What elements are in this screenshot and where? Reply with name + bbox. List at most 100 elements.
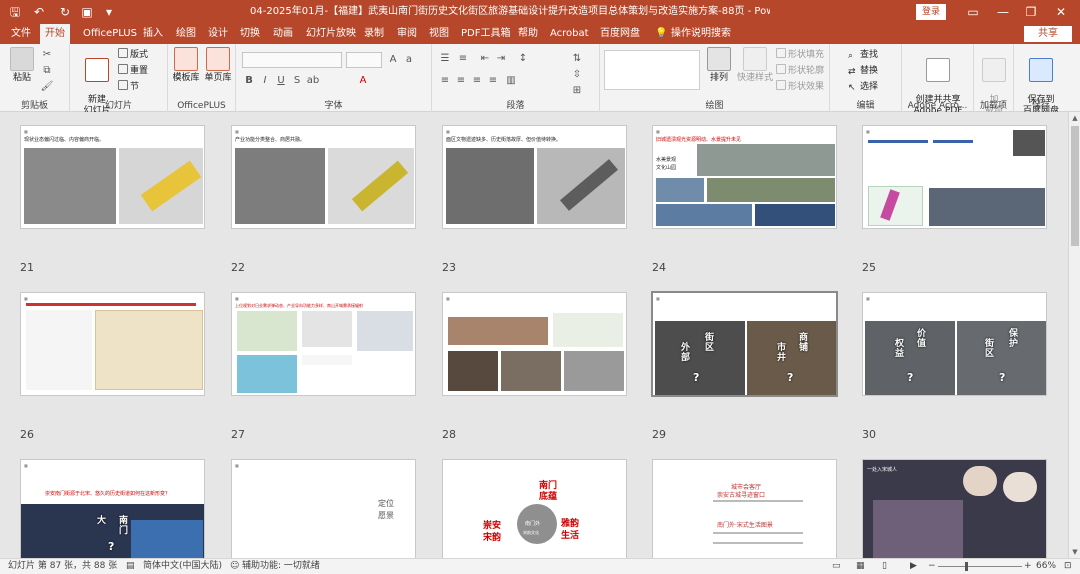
underline-icon[interactable]: U bbox=[274, 74, 288, 88]
maximize-button[interactable]: ❐ bbox=[1018, 0, 1044, 24]
slide-thumbnail-26[interactable]: ■ bbox=[20, 292, 205, 396]
smartart-icon[interactable]: ⊞ bbox=[570, 84, 584, 98]
scroll-up-icon[interactable]: ▲ bbox=[1069, 112, 1080, 124]
format-painter-icon[interactable]: 🖌 bbox=[40, 80, 54, 94]
slide-thumbnail-29[interactable]: ■ 外部 街区 市井 商铺 ? ? bbox=[651, 291, 838, 397]
slide-thumbnail-35[interactable]: 一处入宋城人 bbox=[862, 459, 1047, 558]
tab-insert[interactable]: 插入 bbox=[138, 24, 168, 44]
tab-home[interactable]: 开始 bbox=[40, 24, 70, 44]
tell-me-search[interactable]: 操作说明搜索 bbox=[666, 24, 736, 44]
slide-thumbnail-33[interactable]: 南门外 宋韵文化 南门 底蕴 崇安 宋韵 雅韵 生活 bbox=[442, 459, 627, 558]
slide-sorter-icon[interactable]: ▦ bbox=[856, 559, 865, 574]
bold-icon[interactable]: B bbox=[242, 74, 256, 88]
cut-icon[interactable]: ✂ bbox=[40, 48, 54, 62]
shrink-font-icon[interactable]: a bbox=[402, 53, 416, 67]
minimize-button[interactable]: — bbox=[990, 0, 1016, 24]
paste-button[interactable]: 粘贴 bbox=[2, 47, 42, 84]
align-text-icon[interactable]: ⇳ bbox=[570, 68, 584, 82]
tab-slideshow[interactable]: 幻灯片放映 bbox=[301, 24, 361, 44]
scrollbar-thumb[interactable] bbox=[1071, 126, 1079, 246]
grow-font-icon[interactable]: A bbox=[386, 53, 400, 67]
slide-thumbnail-32[interactable]: ■ 定位 愿景 bbox=[231, 459, 416, 558]
arrange-button[interactable]: 排列 bbox=[702, 47, 736, 84]
tab-view[interactable]: 视图 bbox=[424, 24, 454, 44]
font-color-icon[interactable]: A bbox=[356, 74, 370, 88]
tab-animations[interactable]: 动画 bbox=[268, 24, 298, 44]
save-icon[interactable]: 🖫 bbox=[6, 4, 24, 20]
font-size-combo[interactable] bbox=[346, 52, 382, 68]
accessibility-icon[interactable]: ☺ bbox=[230, 559, 239, 574]
align-center-icon[interactable]: ≡ bbox=[454, 74, 468, 88]
copy-icon[interactable]: ⧉ bbox=[40, 64, 54, 78]
zoom-slider[interactable] bbox=[938, 566, 1022, 567]
slide-thumbnail-31[interactable]: ■ 崇安南门街源于北宋、悠久的历史街道如何在这新形变？ 大 南门 ? bbox=[20, 459, 205, 558]
tab-review[interactable]: 审阅 bbox=[392, 24, 422, 44]
accessibility-status[interactable]: 辅助功能: 一切就绪 bbox=[242, 559, 320, 574]
tab-record[interactable]: 录制 bbox=[359, 24, 389, 44]
reading-view-icon[interactable]: ▯ bbox=[882, 559, 887, 574]
template-library-button[interactable]: 模板库 bbox=[170, 47, 202, 84]
text-direction-icon[interactable]: ⇅ bbox=[570, 52, 584, 66]
scroll-down-icon[interactable]: ▼ bbox=[1069, 546, 1080, 558]
find-button[interactable]: ⌕ 查找 bbox=[848, 48, 878, 62]
slide-thumbnail-23[interactable]: ■ 面区文物遗迹缺多、历史街落故厚、但价值待转换。 bbox=[442, 125, 627, 229]
slide-thumbnail-24[interactable]: ■ 旧城遗溃观光资源明动、水景提升未见 水美景观 文化山园 bbox=[652, 125, 837, 229]
share-button[interactable]: 共享 bbox=[1024, 26, 1072, 42]
proofing-icon[interactable]: ▤ bbox=[126, 559, 135, 574]
select-button[interactable]: ↖ 选择 bbox=[848, 80, 878, 94]
zoom-level[interactable]: 66% bbox=[1036, 559, 1056, 574]
tab-acrobat[interactable]: Acrobat bbox=[545, 24, 594, 44]
justify-icon[interactable]: ≡ bbox=[486, 74, 500, 88]
slide-thumbnail-25[interactable]: ■ bbox=[862, 125, 1047, 229]
close-button[interactable]: ✕ bbox=[1048, 0, 1074, 24]
align-right-icon[interactable]: ≡ bbox=[470, 74, 484, 88]
reset-button[interactable]: 重置 bbox=[118, 64, 148, 78]
slide-thumbnail-21[interactable]: ■ 现状业态偏闪过临、内容偏商开临。 bbox=[20, 125, 205, 229]
tab-draw[interactable]: 绘图 bbox=[171, 24, 201, 44]
shadow-icon[interactable]: S bbox=[290, 74, 304, 88]
redo-icon[interactable]: ↻ bbox=[56, 4, 74, 20]
tab-design[interactable]: 设计 bbox=[203, 24, 233, 44]
align-left-icon[interactable]: ≡ bbox=[438, 74, 452, 88]
zoom-slider-thumb[interactable] bbox=[965, 562, 968, 571]
fit-to-window-icon[interactable]: ⊡ bbox=[1064, 559, 1072, 574]
login-button[interactable]: 登录 bbox=[916, 4, 946, 20]
section-button[interactable]: 节 bbox=[118, 80, 139, 94]
slideshow-icon[interactable]: ▶ bbox=[910, 559, 917, 574]
tab-baidu-netdisk[interactable]: 百度网盘 bbox=[595, 24, 645, 44]
decrease-indent-icon[interactable]: ⇤ bbox=[478, 52, 492, 66]
slide-thumbnail-30[interactable]: ■ 权益 价值 街区 保护 ? ? bbox=[862, 292, 1047, 396]
zoom-in-button[interactable]: + bbox=[1024, 559, 1032, 574]
columns-icon[interactable]: ▥ bbox=[504, 74, 518, 88]
customize-qat-icon[interactable]: ▾ bbox=[100, 4, 118, 20]
single-page-library-button[interactable]: 单页库 bbox=[202, 47, 234, 84]
tab-file[interactable]: 文件 bbox=[6, 24, 36, 44]
tab-transitions[interactable]: 切换 bbox=[235, 24, 265, 44]
tab-officeplus[interactable]: OfficePLUS bbox=[78, 24, 142, 44]
slide-thumbnail-27[interactable]: ■ 上位规划对日业需求弹动态、产业导向功能力多样、南山开城需承接辐射 bbox=[231, 292, 416, 396]
language-status[interactable]: 简体中文(中国大陆) bbox=[143, 559, 222, 574]
slide-thumbnail-22[interactable]: ■ 产业功能分类整合、商居共融。 bbox=[231, 125, 416, 229]
normal-view-icon[interactable]: ▭ bbox=[832, 559, 841, 574]
shape-outline-button[interactable]: 形状轮廓 bbox=[776, 64, 824, 78]
from-beginning-icon[interactable]: ▣ bbox=[78, 4, 96, 20]
layout-button[interactable]: 版式 bbox=[118, 48, 148, 62]
strikethrough-icon[interactable]: ab bbox=[306, 74, 320, 88]
undo-icon[interactable]: ↶ bbox=[30, 4, 48, 20]
zoom-out-button[interactable]: − bbox=[928, 559, 936, 574]
slide-thumbnail-34[interactable]: 城市会客厅 崇安古城寻迹窗口 南门外·宋式生活图景 bbox=[652, 459, 837, 558]
line-spacing-icon[interactable]: ↕ bbox=[516, 52, 530, 66]
tab-pdf-toolbox[interactable]: PDF工具箱 bbox=[456, 24, 515, 44]
increase-indent-icon[interactable]: ⇥ bbox=[494, 52, 508, 66]
font-name-combo[interactable] bbox=[242, 52, 342, 68]
vertical-scrollbar[interactable]: ▲ ▼ bbox=[1068, 112, 1080, 558]
quick-styles-button[interactable]: 快速样式 bbox=[734, 47, 776, 84]
replace-button[interactable]: ⇄ 替换 bbox=[848, 64, 878, 78]
numbering-icon[interactable]: ≡ bbox=[456, 52, 470, 66]
tab-help[interactable]: 帮助 bbox=[513, 24, 543, 44]
ribbon-display-icon[interactable]: ▭ bbox=[960, 0, 986, 24]
slide-thumbnail-28[interactable]: ■ bbox=[442, 292, 627, 396]
italic-icon[interactable]: I bbox=[258, 74, 272, 88]
bullets-icon[interactable]: ☰ bbox=[438, 52, 452, 66]
shape-effects-button[interactable]: 形状效果 bbox=[776, 80, 824, 94]
